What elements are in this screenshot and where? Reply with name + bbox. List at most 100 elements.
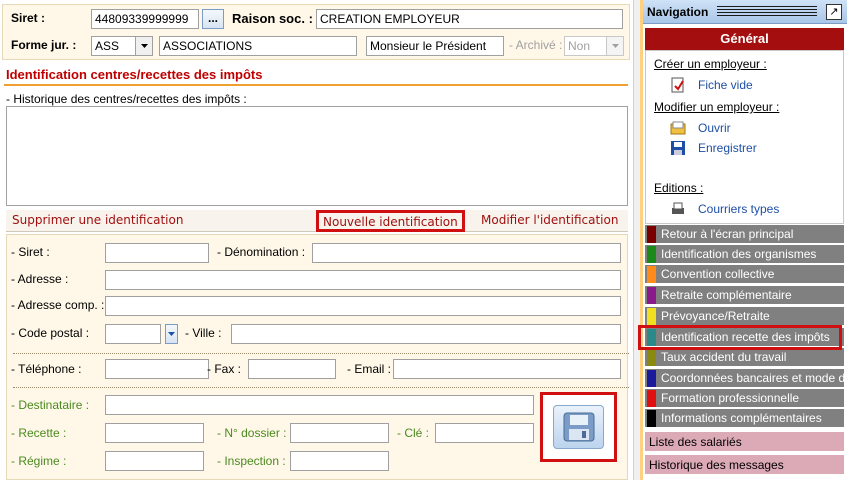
fiche-vide-link[interactable]: Fiche vide <box>698 78 753 92</box>
dossier-input[interactable] <box>290 423 389 443</box>
category-color-swatch <box>647 390 656 407</box>
category-color-swatch <box>647 308 656 325</box>
category-label: Retraite complémentaire <box>661 288 792 302</box>
siret-field[interactable]: 44809339999999 <box>91 9 199 29</box>
save-button[interactable] <box>553 405 604 449</box>
destinataire-input[interactable] <box>105 395 534 415</box>
divider <box>13 387 629 388</box>
contact-field[interactable]: Monsieur le Président <box>366 36 504 56</box>
chevron-down-icon[interactable] <box>135 37 152 55</box>
printer-icon <box>672 202 684 214</box>
save-box <box>540 392 617 462</box>
fax-input[interactable] <box>248 359 336 379</box>
code-postal-dropdown-button[interactable] <box>165 324 178 344</box>
delete-identification-link[interactable]: Supprimer une identification <box>12 213 183 227</box>
employer-header: Siret : 44809339999999 ... Raison soc. :… <box>2 4 630 60</box>
modify-section-label: Modifier un employeur : <box>654 100 780 114</box>
historique-messages-item[interactable]: Historique des messages <box>645 455 844 475</box>
main-panel: Siret : 44809339999999 ... Raison soc. :… <box>0 0 633 480</box>
category-label: Retour à l'écran principal <box>661 227 794 241</box>
enregistrer-link[interactable]: Enregistrer <box>698 141 757 155</box>
navigation-pane: Navigation ↗ Général Créer un employeur … <box>640 0 847 480</box>
category-color-swatch <box>647 349 656 366</box>
form-siret-input[interactable] <box>105 243 209 263</box>
new-identification-link[interactable]: Nouvelle identification <box>316 210 465 232</box>
courriers-link[interactable]: Courriers types <box>698 202 779 216</box>
grip-handle[interactable] <box>717 6 817 18</box>
forme-name-field[interactable]: ASSOCIATIONS <box>159 36 357 56</box>
selected-category-outline <box>638 325 842 350</box>
editions-section-label: Editions : <box>654 181 704 195</box>
nav-category-formation[interactable]: Formation professionnelle <box>645 389 844 408</box>
fax-label: - Fax : <box>207 362 242 376</box>
cle-label: - Clé : <box>397 426 430 440</box>
floppy-disk-icon <box>563 412 594 442</box>
dossier-label: - N° dossier : <box>217 426 287 440</box>
telephone-input[interactable] <box>105 359 209 379</box>
nav-category-organismes[interactable]: Identification des organismes <box>645 245 844 264</box>
modify-identification-link[interactable]: Modifier l'identification <box>481 213 618 227</box>
history-list[interactable] <box>6 106 628 206</box>
raison-label: Raison soc. : <box>232 11 313 26</box>
ville-input[interactable] <box>231 324 621 344</box>
chevron-down-icon[interactable] <box>606 37 623 55</box>
siret-label: Siret : <box>11 11 46 25</box>
forme-label: Forme jur. : <box>11 38 77 52</box>
archive-select[interactable]: Non <box>564 36 624 56</box>
category-color-swatch <box>647 287 656 304</box>
nav-title: Navigation <box>647 5 709 19</box>
nav-category-retraite[interactable]: Retraite complémentaire <box>645 286 844 305</box>
category-label: Formation professionnelle <box>661 391 800 405</box>
pin-icon[interactable]: ↗ <box>826 4 842 20</box>
regime-input[interactable] <box>105 451 204 471</box>
archive-value: Non <box>568 39 591 53</box>
code-postal-input[interactable] <box>105 324 161 344</box>
chevron-down-icon <box>168 332 175 336</box>
regime-label: - Régime : <box>11 454 67 468</box>
create-section-label: Créer un employeur : <box>654 57 767 71</box>
category-color-swatch <box>647 410 656 427</box>
adresse-comp-input[interactable] <box>105 296 621 316</box>
adresse-label: - Adresse : <box>11 272 69 286</box>
raison-field[interactable]: CREATION EMPLOYEUR <box>316 9 623 29</box>
nav-category-retour[interactable]: Retour à l'écran principal <box>645 225 844 244</box>
denomination-input[interactable] <box>312 243 621 263</box>
code-postal-label: - Code postal : <box>11 326 90 340</box>
adresse-input[interactable] <box>105 270 621 290</box>
category-color-swatch <box>647 266 656 283</box>
recette-input[interactable] <box>105 423 204 443</box>
adresse-comp-label: - Adresse comp. : <box>11 298 105 312</box>
denomination-label: - Dénomination : <box>217 245 306 259</box>
general-header[interactable]: Général <box>645 28 844 50</box>
form-siret-label: - Siret : <box>11 245 50 259</box>
ville-label: - Ville : <box>185 326 222 340</box>
destinataire-label: - Destinataire : <box>11 398 90 412</box>
category-label: Coordonnées bancaires et mode de <box>661 371 844 385</box>
category-color-swatch <box>647 226 656 243</box>
splitter[interactable] <box>633 0 640 480</box>
identification-form: - Siret : - Dénomination : - Adresse : -… <box>6 234 629 480</box>
inspection-input[interactable] <box>290 451 389 471</box>
email-label: - Email : <box>347 362 392 376</box>
section-title: Identification centres/recettes des impô… <box>4 64 628 86</box>
liste-salaries-item[interactable]: Liste des salariés <box>645 432 844 452</box>
forme-code-select[interactable]: ASS <box>91 36 153 56</box>
category-color-swatch <box>647 370 656 387</box>
nav-category-accident[interactable]: Taux accident du travail <box>645 348 844 367</box>
cle-input[interactable] <box>435 423 534 443</box>
category-label: Convention collective <box>661 267 775 281</box>
email-input[interactable] <box>393 359 621 379</box>
general-panel: Créer un employeur : Fiche vide Modifier… <box>645 50 844 224</box>
ouvrir-link[interactable]: Ouvrir <box>698 121 731 135</box>
inspection-label: - Inspection : <box>217 454 286 468</box>
category-label: Informations complémentaires <box>661 411 822 425</box>
new-document-icon <box>671 77 684 93</box>
open-folder-icon <box>670 121 686 135</box>
nav-category-convention[interactable]: Convention collective <box>645 265 844 284</box>
nav-header: Navigation ↗ <box>643 0 847 24</box>
nav-category-bancaire[interactable]: Coordonnées bancaires et mode de <box>645 369 844 388</box>
siret-lookup-button[interactable]: ... <box>202 9 224 29</box>
save-icon <box>671 141 685 155</box>
nav-category-informations[interactable]: Informations complémentaires <box>645 409 844 428</box>
nav-category-prevoyance[interactable]: Prévoyance/Retraite <box>645 307 844 326</box>
